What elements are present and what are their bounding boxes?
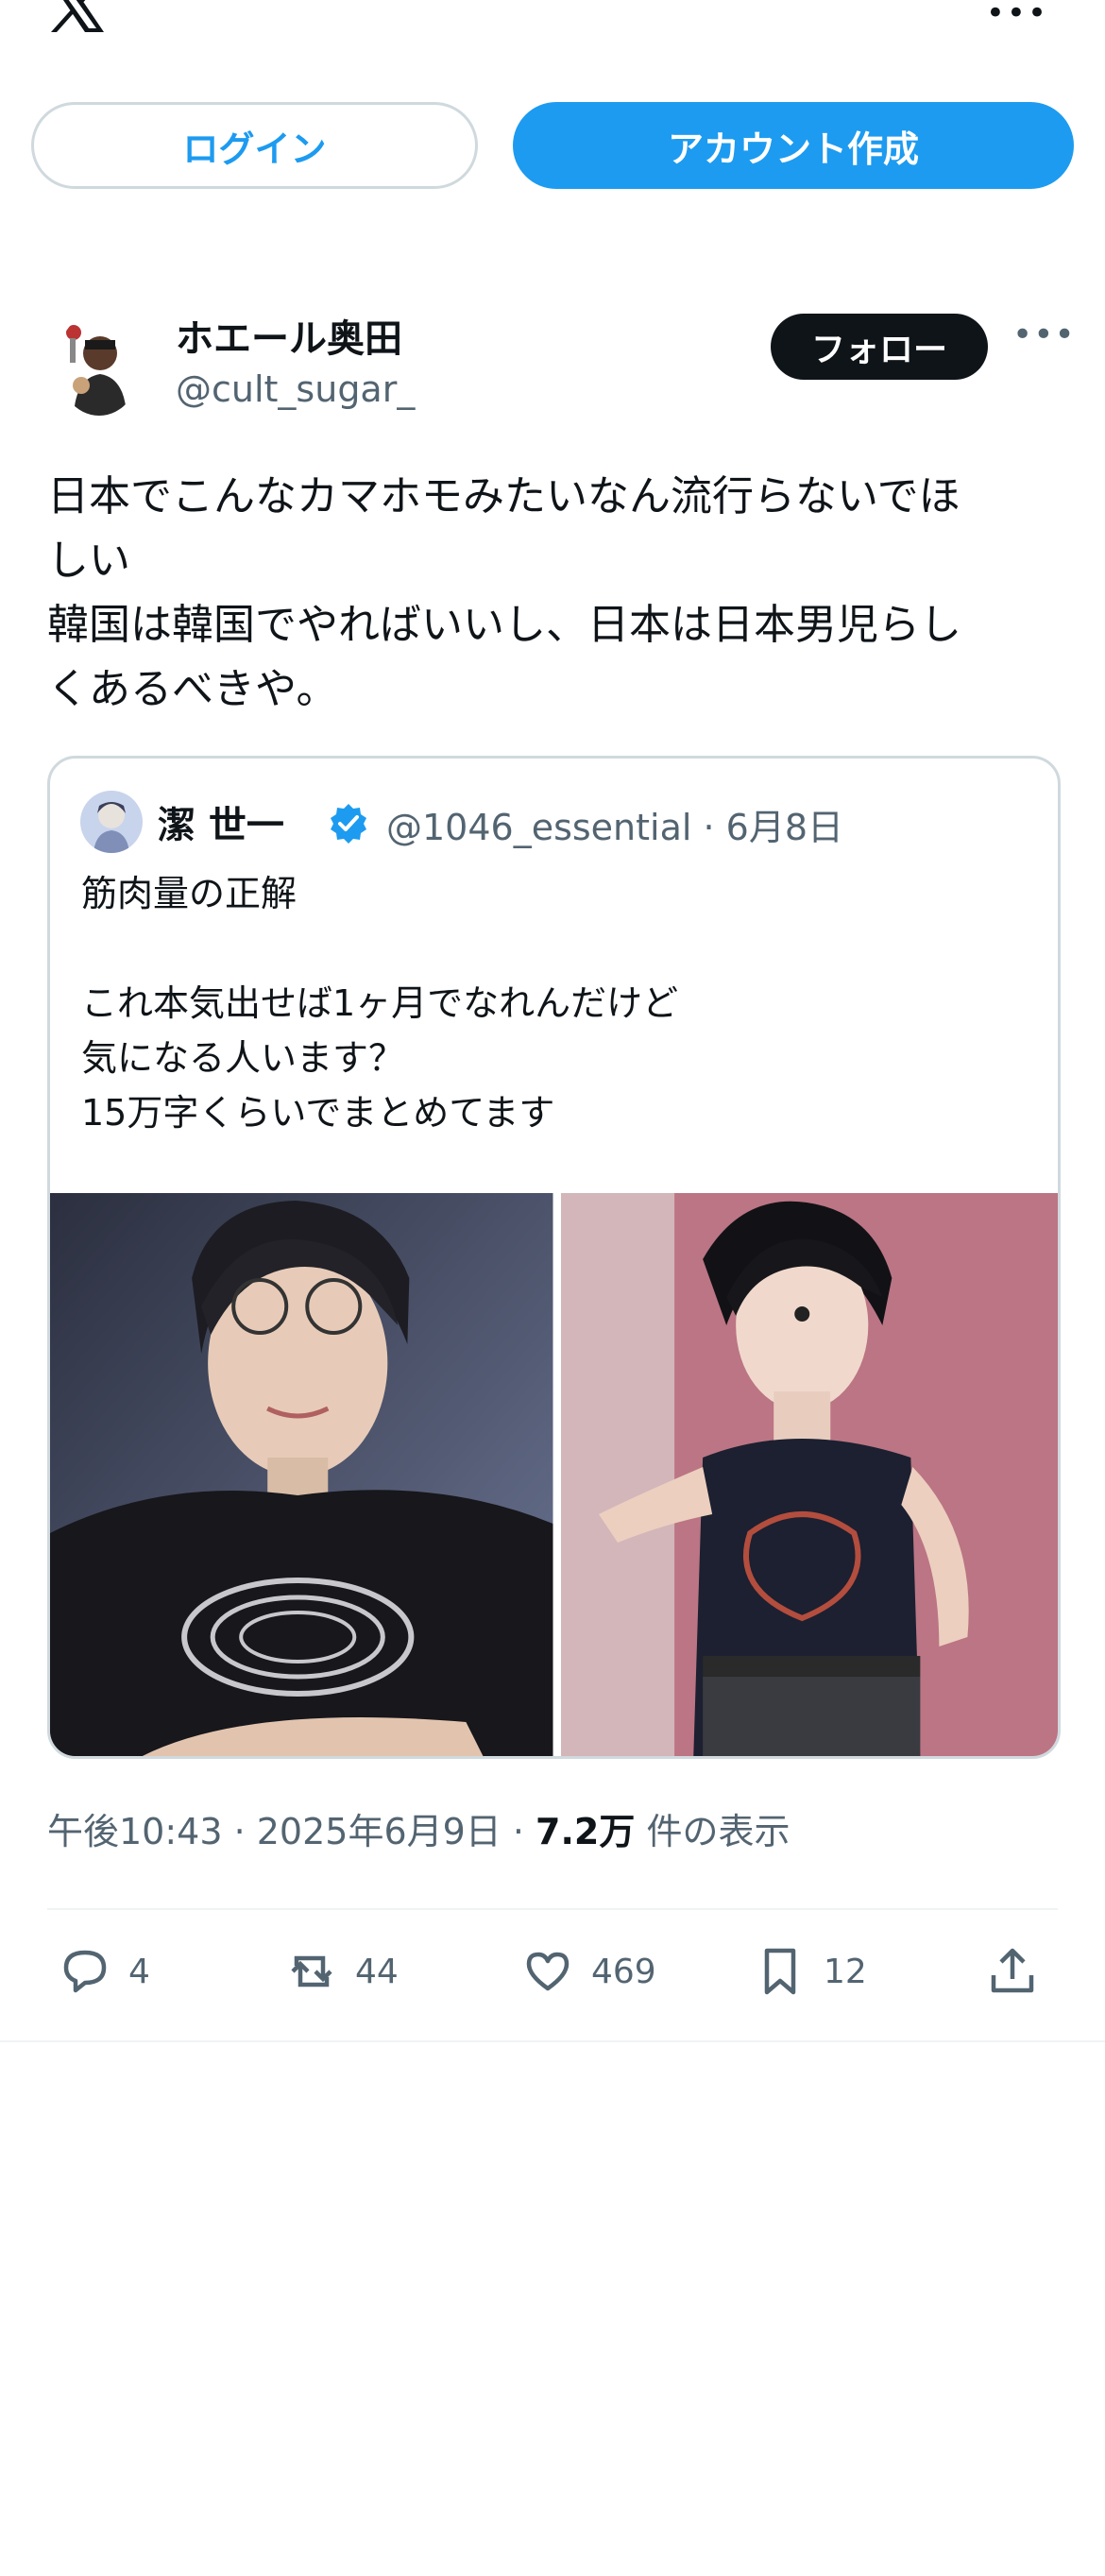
like-icon [526, 1952, 570, 1991]
media-image-1[interactable] [50, 1193, 553, 1756]
quoted-author-name: 潔 世一 [158, 804, 284, 847]
reply-count: 4 [128, 1952, 150, 1991]
reply-button[interactable]: 4 [59, 1938, 150, 2005]
action-bar: 4 44 469 12 [47, 1938, 1058, 2014]
tweet-meta: 午後10:43 · 2025年6月9日 · 7.2万 件の表示 [47, 1802, 790, 1854]
bookmark-button[interactable]: 12 [754, 1938, 867, 2005]
divider [0, 2040, 1105, 2042]
media-image-2[interactable] [560, 1193, 1058, 1756]
view-count: 7.2万 [536, 1811, 636, 1852]
quoted-line: これ本気出せば1ヶ月でなれんだけど [81, 982, 679, 1024]
author-handle[interactable]: @cult_sugar_ [176, 368, 415, 410]
tweet-timestamp[interactable]: 午後10:43 · 2025年6月9日 · [47, 1811, 536, 1852]
quoted-tweet-text: 筋肉量の正解 これ本気出せば1ヶ月でなれんだけど 気になる人います？ 15万字く… [81, 866, 678, 1140]
login-button[interactable]: ログイン [31, 102, 478, 189]
quoted-avatar [80, 791, 143, 853]
signup-button[interactable]: アカウント作成 [513, 102, 1074, 189]
repost-button[interactable]: 44 [285, 1938, 399, 2005]
tweet-line: しい [47, 537, 130, 585]
quoted-line: 筋肉量の正解 [81, 873, 298, 914]
bookmark-icon [764, 1948, 796, 1995]
more-options-icon[interactable]: ••• [1012, 316, 1076, 354]
top-bar: ••• [0, 0, 1105, 57]
repost-icon [291, 1955, 332, 1987]
more-icon[interactable]: ••• [986, 0, 1048, 32]
tweet-text: 日本でこんなカマホモみたいなん流行らないでほ しい 韓国は韓国でやればいいし、日… [47, 465, 1058, 722]
x-logo-icon[interactable] [45, 0, 108, 32]
follow-button[interactable]: フォロー [771, 314, 988, 380]
like-button[interactable]: 469 [521, 1938, 656, 2005]
reply-icon [63, 1950, 107, 1993]
auth-buttons: ログイン アカウント作成 [31, 102, 1074, 189]
quoted-line [81, 921, 678, 976]
quoted-tweet[interactable]: 潔 世一 @1046_essential · 6月8日 筋肉量の正解 これ本気出… [47, 756, 1061, 1759]
like-count: 469 [591, 1952, 656, 1991]
tweet-line: 日本でこんなカマホモみたいなん流行らないでほ [47, 472, 960, 520]
view-count-label: 件の表示 [635, 1811, 790, 1852]
verified-icon [331, 804, 366, 844]
quoted-handle-date: @1046_essential · 6月8日 [386, 807, 844, 848]
share-icon [991, 1948, 1034, 1993]
bookmark-count: 12 [824, 1952, 867, 1991]
repost-count: 44 [355, 1952, 399, 1991]
avatar[interactable] [57, 312, 142, 416]
tweet-line: 韓国は韓国でやればいいし、日本は日本男児らし [47, 601, 961, 649]
tweet-line: くあるべきや。 [47, 665, 338, 713]
share-button[interactable] [986, 1938, 1056, 2005]
divider [47, 1908, 1058, 1910]
author-name[interactable]: ホエール奥田 [176, 308, 402, 363]
quoted-media [50, 1193, 1058, 1756]
quoted-tweet-header: 潔 世一 @1046_essential · 6月8日 [80, 791, 1025, 853]
quoted-line: 15万字くらいでまとめてます [81, 1092, 555, 1134]
tweet-author: ホエール奥田 @cult_sugar_ フォロー ••• [57, 302, 1075, 435]
quoted-line: 気になる人います？ [81, 1037, 405, 1079]
